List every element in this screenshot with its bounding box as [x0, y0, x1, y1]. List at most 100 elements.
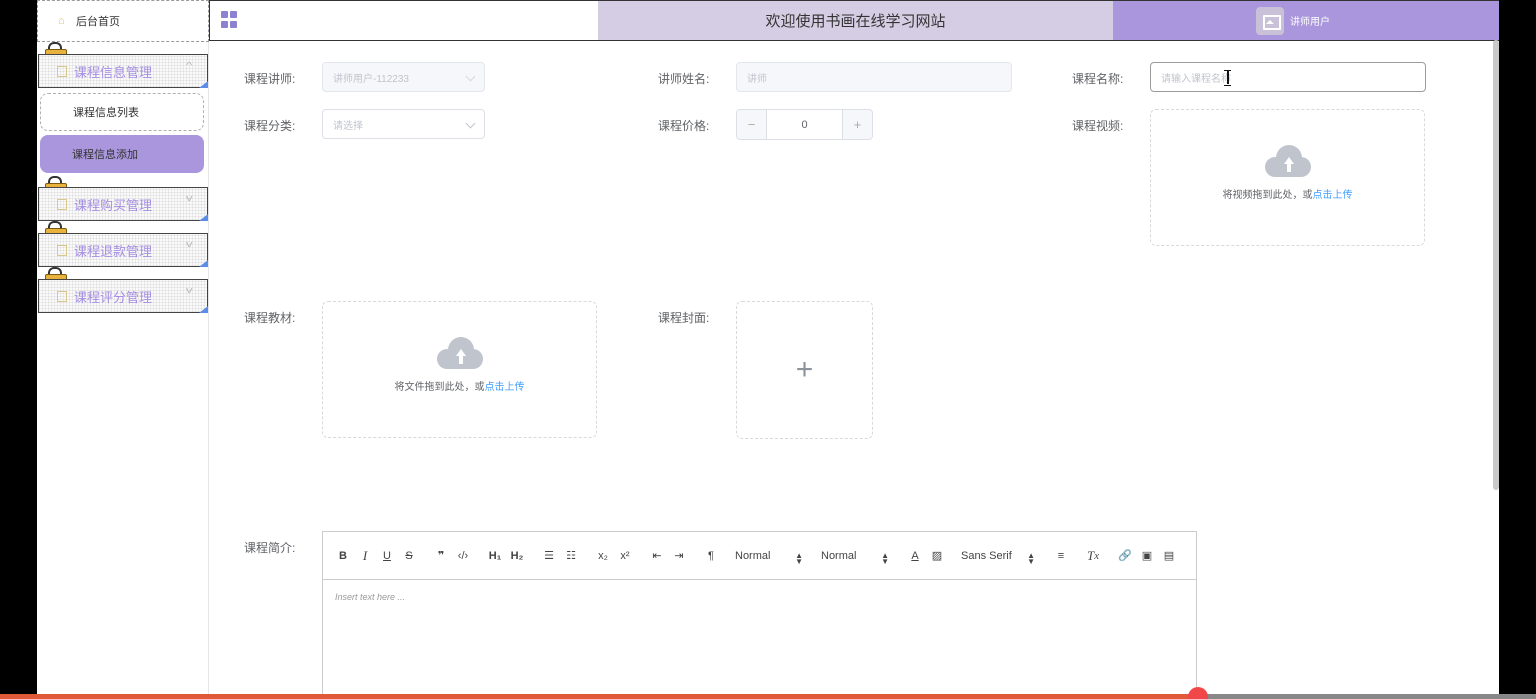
- sidebar-group-label: 课程评分管理: [74, 289, 153, 305]
- price-stepper[interactable]: − 0 +: [736, 109, 873, 140]
- video-icon[interactable]: ▤: [1161, 547, 1177, 565]
- video-upload-dropzone[interactable]: 将视频拖到此处，或点击上传: [1150, 109, 1425, 246]
- user-menu[interactable]: 讲师用户: [1113, 1, 1499, 40]
- header-select[interactable]: Normal ▲ ▼: [735, 549, 807, 566]
- sidebar-group-label: 课程信息管理: [74, 64, 153, 80]
- category-placeholder: 请选择: [333, 120, 363, 132]
- menu-grid-icon[interactable]: [221, 11, 238, 28]
- blockquote-icon[interactable]: ❞: [433, 547, 449, 565]
- page-fold-icon: [199, 214, 208, 221]
- intro-label: 课程简介:: [244, 541, 296, 555]
- document-icon: [57, 244, 67, 256]
- course-name-input[interactable]: 请输入课程名称: [1150, 62, 1426, 92]
- outdent-icon[interactable]: ⇤: [649, 547, 665, 565]
- category-select[interactable]: 请选择: [322, 109, 485, 139]
- sidebar: 课程信息管理 ^ 课程信息列表 课程信息添加 课程购买管理 v 课程退款管理 v…: [37, 42, 209, 699]
- sidebar-group-course-rating[interactable]: 课程评分管理 v: [38, 279, 208, 313]
- teacher-select: 讲师用户-112233: [322, 62, 485, 92]
- chevron-down-icon: v: [185, 239, 193, 249]
- underline-icon[interactable]: U: [379, 547, 395, 565]
- increase-button[interactable]: +: [842, 110, 872, 139]
- align-icon[interactable]: ≡: [1053, 547, 1069, 565]
- category-label: 课程分类:: [244, 119, 296, 133]
- page-fold-icon: [199, 81, 208, 88]
- document-icon: [57, 198, 67, 210]
- chevron-down-icon: v: [185, 193, 193, 203]
- sidebar-group-course-purchase[interactable]: 课程购买管理 v: [38, 187, 208, 221]
- plus-icon: +: [795, 353, 814, 386]
- cover-upload-box[interactable]: +: [736, 301, 873, 439]
- indent-icon[interactable]: ⇥: [671, 547, 687, 565]
- clear-format-icon[interactable]: Tx: [1085, 547, 1101, 565]
- sidebar-group-course-info[interactable]: 课程信息管理 ^: [38, 54, 208, 88]
- upload-cloud-icon: [1264, 143, 1311, 177]
- strike-icon[interactable]: S: [401, 547, 417, 565]
- teacher-name-field: 讲师: [736, 62, 1012, 92]
- sidebar-group-course-refund[interactable]: 课程退款管理 v: [38, 233, 208, 267]
- course-form: 课程讲师: 讲师用户-112233 讲师姓名: 讲师 课程名称: 请输入课程名称…: [209, 41, 1499, 699]
- material-upload-dropzone[interactable]: 将文件拖到此处，或点击上传: [322, 301, 597, 438]
- price-value[interactable]: 0: [767, 110, 842, 139]
- font-select[interactable]: Sans Serif ▲ ▼: [961, 550, 1039, 566]
- upload-cloud-icon: [436, 335, 483, 369]
- sidebar-group-label: 课程购买管理: [74, 197, 153, 213]
- user-name: 讲师用户: [1290, 17, 1330, 28]
- link-icon[interactable]: 🔗: [1117, 547, 1133, 565]
- image-icon[interactable]: ▣: [1139, 547, 1155, 565]
- sidebar-item-course-list[interactable]: 课程信息列表: [40, 93, 204, 131]
- document-icon: [57, 290, 67, 302]
- sidebar-group-label: 课程退款管理: [74, 243, 153, 259]
- select-arrows-icon: ▲ ▼: [795, 550, 803, 566]
- video-upload-link[interactable]: 点击上传: [1313, 190, 1353, 201]
- home-label: 后台首页: [76, 16, 120, 28]
- code-block-icon[interactable]: ‹/›: [455, 547, 471, 565]
- vertical-scrollbar[interactable]: [1493, 40, 1499, 490]
- progress-fill: [0, 694, 1199, 699]
- text-direction-icon[interactable]: ¶: [703, 547, 719, 565]
- welcome-banner: 欢迎使用书画在线学习网站: [598, 1, 1113, 40]
- select-arrows-icon: ▲ ▼: [1027, 550, 1035, 566]
- header-2-icon[interactable]: H₂: [509, 547, 525, 565]
- italic-icon[interactable]: I: [357, 547, 373, 565]
- page-fold-icon: [199, 260, 208, 267]
- video-upload-text: 将视频拖到此处，或: [1222, 190, 1313, 201]
- chevron-down-icon: v: [185, 285, 193, 295]
- editor-toolbar: B I U S ❞ ‹/› H₁ H₂ ☰ ☷ x₂ x² ⇤ ⇥ ¶ Norm…: [323, 532, 1196, 580]
- subscript-icon[interactable]: x₂: [595, 547, 611, 565]
- size-select-value: Normal: [821, 549, 857, 562]
- teacher-name-value: 讲师: [747, 73, 767, 85]
- video-label: 课程视频:: [1072, 119, 1124, 133]
- course-name-label: 课程名称:: [1072, 72, 1124, 86]
- editor-placeholder[interactable]: Insert text here ...: [323, 580, 1196, 614]
- size-select[interactable]: Normal ▲ ▼: [821, 549, 893, 566]
- material-upload-link[interactable]: 点击上传: [485, 382, 525, 393]
- chevron-down-icon: [465, 118, 476, 129]
- home-link[interactable]: ⌂ 后台首页: [37, 0, 209, 42]
- video-progress-bar[interactable]: [0, 687, 1536, 699]
- app-window: ⌂ 后台首页 欢迎使用书画在线学习网站 讲师用户 课程信息管理 ^ 课程信息列表…: [37, 0, 1499, 699]
- background-color-icon[interactable]: ▨: [929, 547, 945, 565]
- superscript-icon[interactable]: x²: [617, 547, 633, 565]
- text-cursor-icon: [1224, 70, 1231, 86]
- home-icon: ⌂: [58, 15, 65, 27]
- sidebar-item-course-add[interactable]: 课程信息添加: [40, 135, 204, 173]
- bold-icon[interactable]: B: [335, 547, 351, 565]
- price-label: 课程价格:: [658, 119, 710, 133]
- teacher-name-label: 讲师姓名:: [658, 72, 710, 86]
- course-name-placeholder: 请输入课程名称: [1161, 73, 1231, 85]
- teacher-label: 课程讲师:: [244, 72, 296, 86]
- material-label: 课程教材:: [244, 311, 296, 325]
- teacher-select-value: 讲师用户-112233: [333, 73, 409, 85]
- header-1-icon[interactable]: H₁: [487, 547, 503, 565]
- avatar-icon[interactable]: [1256, 6, 1284, 35]
- rich-text-editor[interactable]: B I U S ❞ ‹/› H₁ H₂ ☰ ☷ x₂ x² ⇤ ⇥ ¶ Norm…: [322, 531, 1197, 699]
- material-upload-text: 将文件拖到此处，或: [394, 382, 485, 393]
- header-select-value: Normal: [735, 549, 771, 562]
- chevron-up-icon: ^: [185, 60, 193, 70]
- select-arrows-icon: ▲ ▼: [881, 550, 889, 566]
- text-color-icon[interactable]: A: [907, 547, 923, 565]
- bullet-list-icon[interactable]: ☷: [563, 547, 579, 565]
- decrease-button[interactable]: −: [737, 110, 767, 139]
- ordered-list-icon[interactable]: ☰: [541, 547, 557, 565]
- chevron-down-icon: [465, 71, 476, 82]
